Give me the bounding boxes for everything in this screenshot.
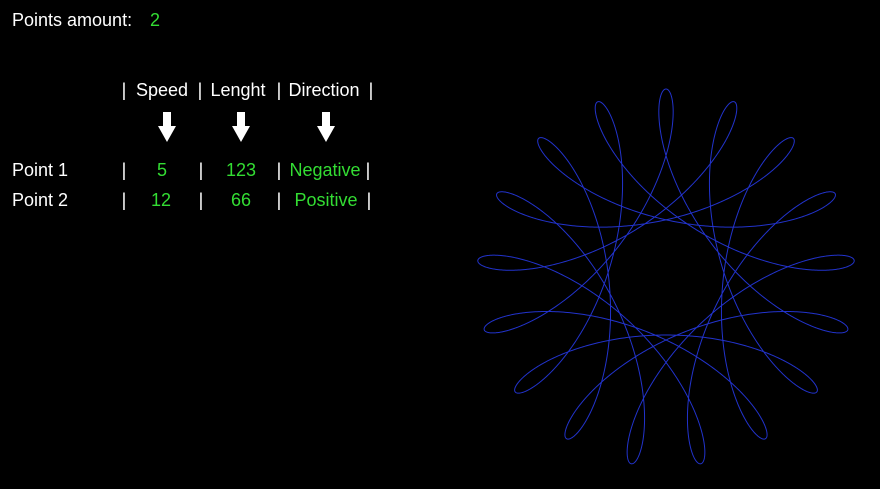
- spirograph-canvas: [477, 88, 855, 465]
- spirograph-curve: [477, 88, 855, 465]
